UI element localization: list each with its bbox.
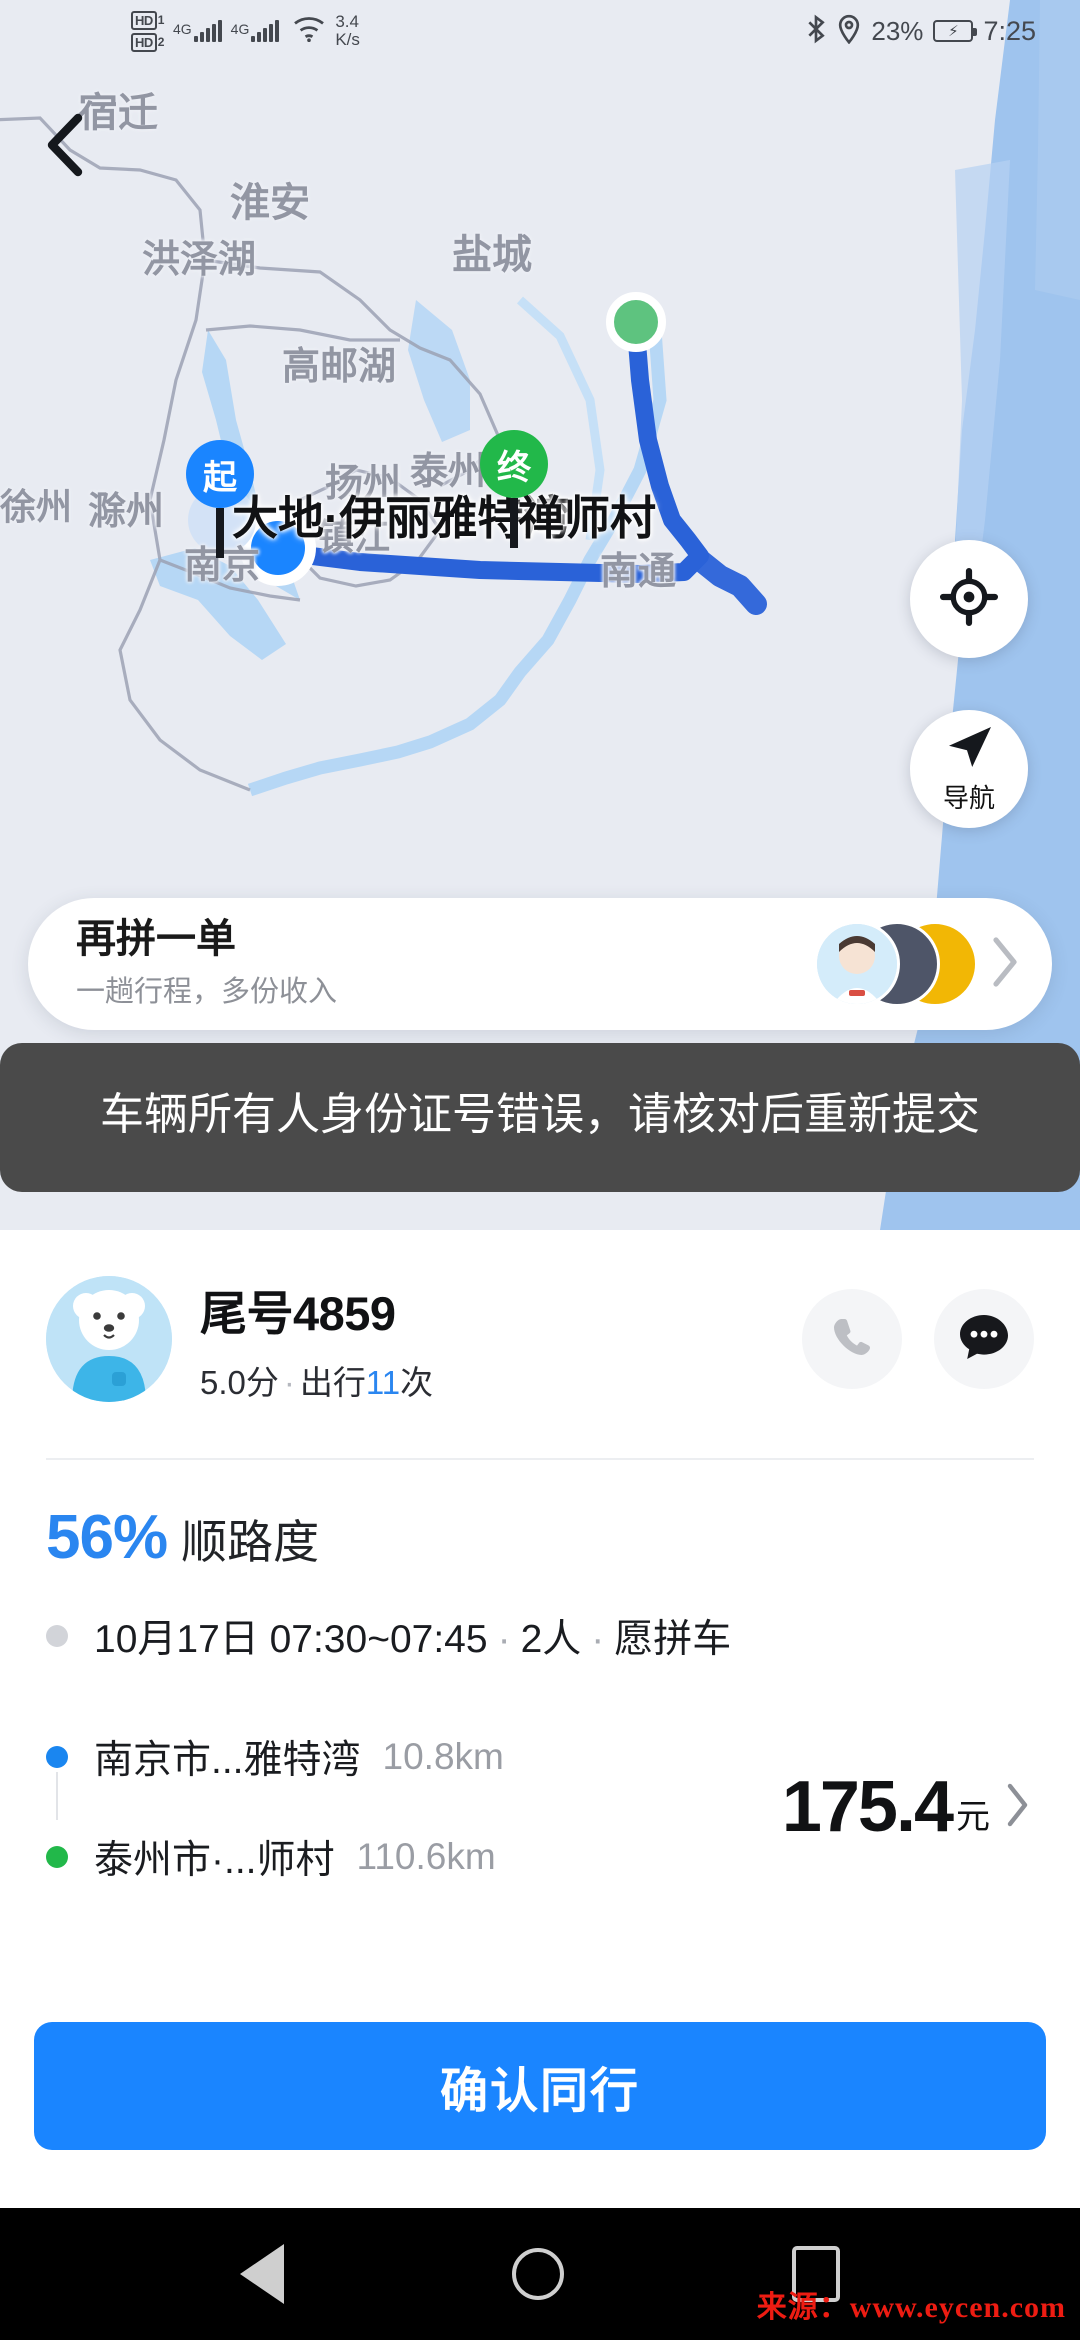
- od-connector-line: [56, 1772, 58, 1820]
- navigation-button-label: 导航: [943, 778, 995, 815]
- destination-row: 泰州市·...师村 110.6km: [46, 1820, 782, 1894]
- crosshair-icon: [940, 568, 998, 631]
- trip-separator-2: ·: [591, 1618, 604, 1661]
- phone-screen: 宿迁 淮安 洪泽湖 盐城 高邮湖 扬州 泰州 镇江 滁州 南京 徐州 南通 起 …: [0, 0, 1080, 2340]
- map-end-marker[interactable]: 终: [480, 430, 548, 548]
- od-list: 南京市...雅特湾 10.8km 泰州市·...师村 110.6km: [46, 1720, 782, 1894]
- android-home-icon[interactable]: [512, 2248, 564, 2300]
- promo-text: 再拼一单 一趟行程，多份收入: [76, 918, 814, 1010]
- error-toast: 车辆所有人身份证号错误，请核对后重新提交: [0, 1043, 1080, 1192]
- sim-index-1: 1: [158, 14, 164, 26]
- trip-passenger-count: 2人: [521, 1618, 582, 1661]
- trips-count: 11: [366, 1364, 400, 1401]
- wifi-icon: [292, 15, 326, 48]
- route-match-row: 56% 顺路度: [46, 1502, 319, 1573]
- locate-me-button[interactable]: [910, 540, 1028, 658]
- price-block[interactable]: 175.4 元: [782, 1766, 1030, 1848]
- end-badge-text: 终: [497, 440, 531, 489]
- trip-datetime: 10月17日 07:30~07:45·2人·愿拼车: [94, 1608, 731, 1664]
- time-bullet-icon: [46, 1625, 68, 1647]
- source-watermark: 来源：www.eycen.com: [757, 2282, 1066, 2326]
- hd-icon-2: HD: [131, 33, 157, 52]
- network-type-1: 4G: [173, 22, 192, 36]
- trip-datetime-value: 10月17日 07:30~07:45: [94, 1618, 488, 1661]
- match-percent: 56%: [46, 1502, 167, 1573]
- origin-distance: 10.8km: [383, 1736, 504, 1778]
- trip-carpool-flag: 愿拼车: [614, 1618, 731, 1661]
- promo-title: 再拼一单: [76, 918, 814, 960]
- signal-indicator-2: 4G: [231, 20, 280, 42]
- location-pin-icon: [837, 14, 861, 49]
- origin-row: 南京市...雅特湾 10.8km: [46, 1720, 782, 1794]
- sim-index-2: 2: [158, 36, 164, 48]
- message-icon: [958, 1311, 1010, 1368]
- price-value: 175.4: [782, 1766, 952, 1848]
- dual-sim-hd-indicator: HD1 HD2: [131, 11, 164, 52]
- passenger-info: 尾号4859 5.0分·出行11次: [200, 1275, 802, 1404]
- signal-bars-icon-2: [251, 20, 279, 42]
- origin-name: 南京市...雅特湾: [94, 1729, 361, 1785]
- chevron-right-icon: [1004, 1782, 1030, 1833]
- promo-avatar-stack: [814, 921, 964, 1007]
- avatar: [814, 921, 900, 1007]
- start-badge-text: 起: [203, 450, 237, 499]
- android-back-icon[interactable]: [240, 2244, 284, 2304]
- origin-destination-row[interactable]: 南京市...雅特湾 10.8km 泰州市·...师村 110.6km 175.4…: [46, 1720, 1034, 1894]
- toast-message: 车辆所有人身份证号错误，请核对后重新提交: [48, 1085, 1032, 1146]
- trip-separator-1: ·: [498, 1618, 511, 1661]
- status-bar: HD1 HD2 4G 4G 3.4 K/s: [0, 0, 1080, 62]
- bear-avatar-icon: [46, 1276, 172, 1402]
- passenger-row[interactable]: 尾号4859 5.0分·出行11次: [0, 1244, 1080, 1434]
- match-label: 顺路度: [181, 1506, 319, 1572]
- trips-prefix: 出行: [300, 1364, 366, 1401]
- battery-percent: 23%: [871, 16, 923, 47]
- destination-name: 泰州市·...师村: [94, 1829, 335, 1885]
- bluetooth-icon: [805, 14, 827, 49]
- passenger-meta: 5.0分·出行11次: [200, 1356, 802, 1404]
- origin-bullet-icon: [46, 1746, 68, 1768]
- status-bar-clock: 7:25: [983, 16, 1036, 47]
- signal-indicator-1: 4G: [173, 20, 222, 42]
- price-unit: 元: [956, 1789, 990, 1838]
- navigation-arrow-icon: [943, 723, 995, 776]
- network-speed-unit: K/s: [335, 31, 360, 49]
- trips-suffix: 次: [400, 1364, 433, 1401]
- passenger-rating: 5.0分: [200, 1364, 279, 1401]
- meta-separator: ·: [284, 1364, 295, 1401]
- navigation-button[interactable]: 导航: [910, 710, 1028, 828]
- promo-subtitle: 一趟行程，多份收入: [76, 968, 814, 1010]
- network-type-2: 4G: [231, 22, 250, 36]
- call-passenger-button[interactable]: [802, 1289, 902, 1389]
- passenger-name: 尾号4859: [200, 1275, 802, 1344]
- message-passenger-button[interactable]: [934, 1289, 1034, 1389]
- back-chevron-icon: [44, 112, 86, 183]
- phone-icon: [828, 1313, 876, 1366]
- signal-bars-icon-1: [194, 20, 222, 42]
- map-start-marker[interactable]: 起: [186, 440, 254, 558]
- status-bar-left: HD1 HD2 4G 4G 3.4 K/s: [131, 11, 360, 52]
- hd-icon-1: HD: [131, 11, 157, 30]
- network-speed-value: 3.4: [335, 13, 360, 31]
- status-bar-right: 23% ⚡ 7:25: [805, 14, 1036, 49]
- chevron-right-icon: [990, 936, 1020, 993]
- charging-battery-icon: ⚡: [933, 20, 973, 42]
- confirm-ride-button[interactable]: 确认同行: [34, 2022, 1046, 2150]
- trip-time-row: 10月17日 07:30~07:45·2人·愿拼车: [46, 1608, 1034, 1664]
- back-button[interactable]: [34, 110, 96, 184]
- network-speed: 3.4 K/s: [335, 13, 360, 49]
- destination-distance: 110.6km: [357, 1836, 496, 1878]
- destination-bullet-icon: [46, 1846, 68, 1868]
- sheet-divider: [46, 1458, 1034, 1460]
- carpool-promo-card[interactable]: 再拼一单 一趟行程，多份收入: [28, 898, 1052, 1030]
